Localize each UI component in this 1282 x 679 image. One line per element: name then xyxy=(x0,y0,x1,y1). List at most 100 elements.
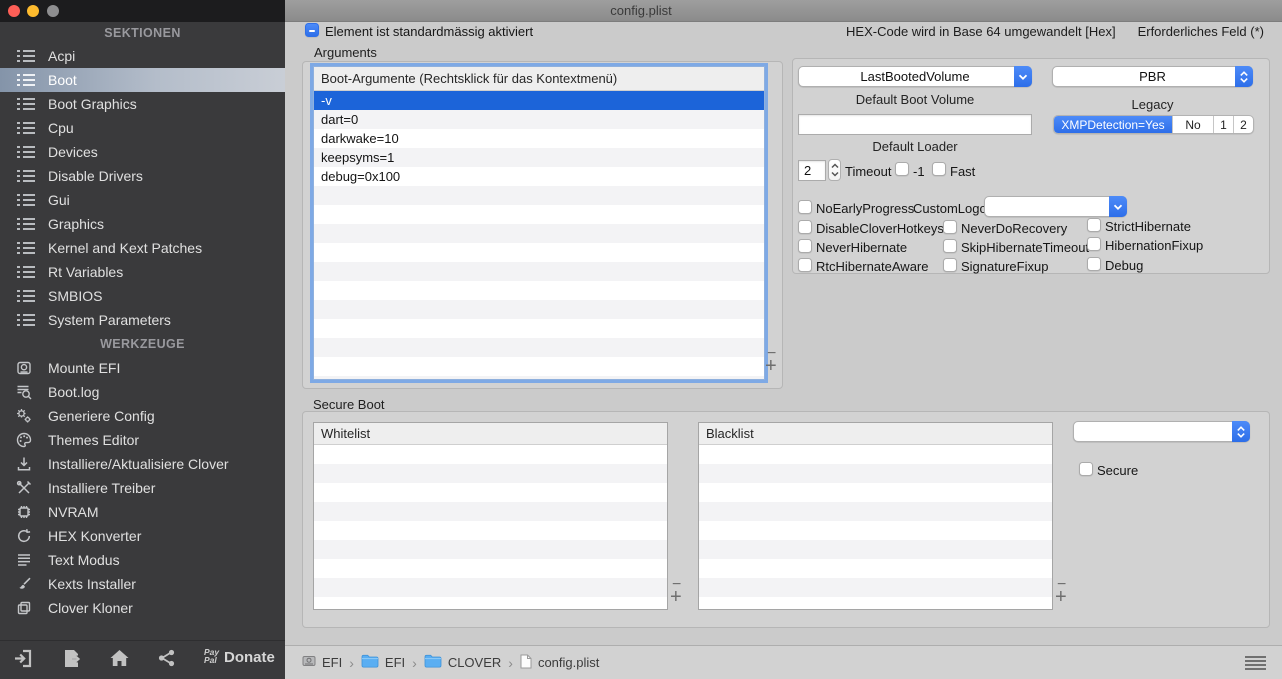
sidebar-footer: Pay Pal Donate xyxy=(0,640,285,679)
chevron-updown-icon[interactable] xyxy=(1235,66,1253,87)
app-window: config.plist SEKTIONEN Acpi Boot Boot Gr… xyxy=(0,0,1282,679)
timeout-stepper[interactable] xyxy=(828,159,841,181)
tools-icon xyxy=(16,480,40,496)
sidebar-item-installiere-clover[interactable]: Installiere/Aktualisiere Clover xyxy=(0,452,285,476)
sidebar-item-kernel-kext-patches[interactable]: Kernel and Kext Patches xyxy=(0,236,285,260)
list-item[interactable]: debug=0x100 xyxy=(314,167,764,186)
sidebar-item-mounte-efi[interactable]: Mounte EFI xyxy=(0,356,285,380)
sidebar-item-label: Installiere/Aktualisiere Clover xyxy=(48,456,229,472)
minus-one-checkbox[interactable] xyxy=(895,162,909,176)
breadcrumb-item[interactable]: CLOVER xyxy=(448,655,501,670)
rtc-hibernate-aware-checkbox[interactable] xyxy=(798,258,812,272)
secure-checkbox[interactable] xyxy=(1079,462,1093,476)
default-loader-input[interactable] xyxy=(798,114,1032,135)
fast-label: Fast xyxy=(950,164,976,179)
drive-icon xyxy=(16,360,40,376)
default-boot-volume-value: LastBootedVolume xyxy=(860,69,970,84)
sidebar-item-gui[interactable]: Gui xyxy=(0,188,285,212)
zoom-button[interactable] xyxy=(47,5,59,17)
sidebar-item-rt-variables[interactable]: Rt Variables xyxy=(0,260,285,284)
donate-button[interactable]: Donate xyxy=(224,649,275,666)
secure-boot-section-label: Secure Boot xyxy=(313,397,385,412)
sidebar-item-hex-konverter[interactable]: HEX Konverter xyxy=(0,524,285,548)
breadcrumb-item[interactable]: config.plist xyxy=(538,655,599,670)
segment-xmp-yes[interactable]: XMPDetection=Yes xyxy=(1054,116,1172,133)
folder-icon xyxy=(361,654,379,671)
list-item[interactable]: darkwake=10 xyxy=(314,129,764,148)
fast-checkbox[interactable] xyxy=(932,162,946,176)
paypal-icon[interactable]: Pay Pal xyxy=(204,648,219,665)
sidebar-item-acpi[interactable]: Acpi xyxy=(0,44,285,68)
list-icon xyxy=(16,49,40,63)
chevron-down-icon[interactable] xyxy=(1014,66,1032,87)
breadcrumb-item[interactable]: EFI xyxy=(322,655,342,670)
skip-hibernate-timeout-checkbox[interactable] xyxy=(943,239,957,253)
sidebar-item-label: Kernel and Kext Patches xyxy=(48,240,203,256)
sidebar-item-label: Disable Drivers xyxy=(48,168,143,184)
never-hibernate-label: NeverHibernate xyxy=(816,240,908,255)
disable-clover-hotkeys-checkbox[interactable] xyxy=(798,220,812,234)
minimize-button[interactable] xyxy=(27,5,39,17)
sidebar-item-generiere-config[interactable]: Generiere Config xyxy=(0,404,285,428)
sidebar-item-smbios[interactable]: SMBIOS xyxy=(0,284,285,308)
home-icon[interactable] xyxy=(109,648,130,673)
sidebar-item-clover-kloner[interactable]: Clover Kloner xyxy=(0,596,285,620)
segment-xmp-no[interactable]: No xyxy=(1172,116,1213,133)
sidebar-item-nvram[interactable]: NVRAM xyxy=(0,500,285,524)
debug-checkbox[interactable] xyxy=(1087,257,1101,271)
import-icon[interactable] xyxy=(12,648,33,674)
chevron-down-icon[interactable] xyxy=(1109,196,1127,217)
close-button[interactable] xyxy=(8,5,20,17)
no-early-progress-checkbox[interactable] xyxy=(798,200,812,214)
segment-xmp-2[interactable]: 2 xyxy=(1233,116,1253,133)
timeout-input[interactable] xyxy=(798,160,826,181)
list-icon xyxy=(16,217,40,231)
sidebar-item-cpu[interactable]: Cpu xyxy=(0,116,285,140)
never-hibernate-checkbox[interactable] xyxy=(798,239,812,253)
blacklist-list[interactable]: Blacklist xyxy=(698,422,1053,610)
menu-icon[interactable] xyxy=(1245,656,1266,672)
sidebar-item-boot-graphics[interactable]: Boot Graphics xyxy=(0,92,285,116)
sidebar-item-kexts-installer[interactable]: Kexts Installer xyxy=(0,572,285,596)
export-icon[interactable] xyxy=(62,648,82,674)
sidebar: SEKTIONEN Acpi Boot Boot Graphics Cpu De… xyxy=(0,22,285,679)
custom-logo-label: CustomLogo xyxy=(913,201,987,216)
signature-fixup-checkbox[interactable] xyxy=(943,258,957,272)
sidebar-item-disable-drivers[interactable]: Disable Drivers xyxy=(0,164,285,188)
chevron-updown-icon[interactable] xyxy=(1232,421,1250,442)
hibernation-fixup-checkbox[interactable] xyxy=(1087,237,1101,251)
sidebar-item-text-modus[interactable]: Text Modus xyxy=(0,548,285,572)
palette-icon xyxy=(16,432,40,448)
brush-icon xyxy=(16,576,40,592)
sidebar-item-graphics[interactable]: Graphics xyxy=(0,212,285,236)
custom-logo-select[interactable] xyxy=(984,196,1127,217)
list-icon xyxy=(16,289,40,303)
legacy-select[interactable]: PBR xyxy=(1052,66,1253,87)
sidebar-item-themes-editor[interactable]: Themes Editor xyxy=(0,428,285,452)
strict-hibernate-checkbox[interactable] xyxy=(1087,218,1101,232)
never-do-recovery-checkbox[interactable] xyxy=(943,220,957,234)
add-argument-button[interactable]: + xyxy=(765,356,777,376)
sidebar-item-label: Boot.log xyxy=(48,384,100,400)
secure-boot-policy-select[interactable] xyxy=(1073,421,1250,442)
list-icon xyxy=(16,241,40,255)
whitelist-list[interactable]: Whitelist xyxy=(313,422,668,610)
default-enabled-checkbox[interactable] xyxy=(305,23,319,37)
segment-xmp-1[interactable]: 1 xyxy=(1213,116,1233,133)
add-blacklist-button[interactable]: + xyxy=(1055,587,1067,607)
share-icon[interactable] xyxy=(157,648,176,673)
sidebar-item-boot[interactable]: Boot xyxy=(0,68,285,92)
breadcrumb-item[interactable]: EFI xyxy=(385,655,405,670)
sidebar-item-system-parameters[interactable]: System Parameters xyxy=(0,308,285,332)
list-item[interactable]: -v xyxy=(314,91,764,110)
sidebar-item-boot-log[interactable]: Boot.log xyxy=(0,380,285,404)
strict-hibernate-label: StrictHibernate xyxy=(1105,219,1191,234)
sidebar-item-label: Text Modus xyxy=(48,552,120,568)
add-whitelist-button[interactable]: + xyxy=(670,587,682,607)
list-item[interactable]: keepsyms=1 xyxy=(314,148,764,167)
sidebar-item-devices[interactable]: Devices xyxy=(0,140,285,164)
list-item[interactable]: dart=0 xyxy=(314,110,764,129)
default-boot-volume-select[interactable]: LastBootedVolume xyxy=(798,66,1032,87)
sidebar-item-installiere-treiber[interactable]: Installiere Treiber xyxy=(0,476,285,500)
boot-arguments-list[interactable]: Boot-Argumente (Rechtsklick für das Kont… xyxy=(313,66,765,380)
